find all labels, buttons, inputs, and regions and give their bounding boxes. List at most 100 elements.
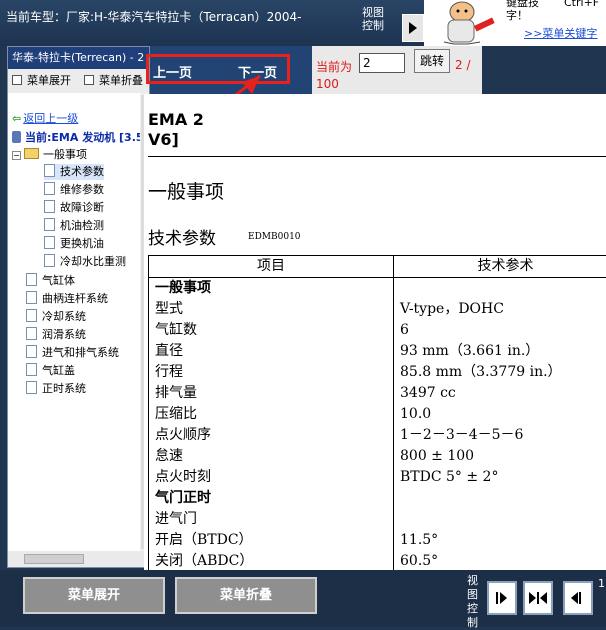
- spec-item: 排气量: [149, 383, 394, 404]
- tree-label: 气缸盖: [42, 364, 75, 377]
- menu-expand-tool[interactable]: 菜单展开: [12, 69, 71, 93]
- current-page-label: 当前为: [316, 58, 352, 75]
- table-row: 进气门: [149, 509, 606, 530]
- column-header: 项目: [149, 256, 394, 278]
- tree-label: 故障诊断: [60, 201, 104, 214]
- table-row: 气门正时: [149, 488, 606, 509]
- tip-text: 键盘技: [506, 0, 539, 9]
- page-number-input[interactable]: [359, 53, 405, 73]
- tree-item-cylinder-block[interactable]: 气缸体: [26, 273, 75, 289]
- tree-label: 技术参数: [60, 165, 104, 178]
- view-split-button[interactable]: [523, 581, 553, 615]
- play-icon: [409, 22, 417, 34]
- spec-value: 93 mm（3.661 in.）: [394, 341, 606, 362]
- subsection-title: 技术参数: [148, 224, 216, 249]
- spec-item: 进气门: [149, 509, 394, 530]
- current-engine-node: 当前:EMA 发动机 [3.5: [12, 130, 140, 146]
- column-header: 技术参术: [394, 256, 606, 278]
- tree-label: 冷却水比重测: [60, 255, 126, 268]
- menu-collapse-label: 菜单折叠: [99, 74, 143, 87]
- back-arrow-icon: ⇦: [12, 112, 21, 125]
- tree-item-lubrication[interactable]: 润滑系统: [26, 327, 86, 343]
- bar-icon: [496, 592, 498, 604]
- tree-item-crank[interactable]: 曲柄连杆系统: [26, 291, 108, 307]
- tree-folder-general[interactable]: −一般事项: [12, 147, 87, 163]
- spec-item: 压缩比: [149, 404, 394, 425]
- scroll-thumb[interactable]: [24, 554, 84, 564]
- tree-label: 曲柄连杆系统: [42, 292, 108, 305]
- spec-value: [394, 488, 606, 509]
- spec-item: 怠速: [149, 446, 394, 467]
- document-icon: [26, 327, 37, 340]
- spec-table: 项目 技术参术 一般事项型式V-type，DOHC气缸数6直径93 mm（3.6…: [148, 255, 606, 570]
- table-row: 关闭（ABDC）60.5°: [149, 551, 606, 570]
- table-row: 开启（BTDC）11.5°: [149, 530, 606, 551]
- divider-icon: [537, 592, 539, 604]
- collapse-icon: [84, 75, 94, 85]
- divider: [148, 156, 606, 157]
- spec-item: 行程: [149, 362, 394, 383]
- document-icon: [26, 345, 37, 358]
- view-next-button[interactable]: [402, 14, 424, 42]
- tree-item-oil-change[interactable]: 更换机油: [44, 236, 104, 252]
- spec-value: 1－2－3－4－5－6: [394, 425, 606, 446]
- tree-item-timing[interactable]: 正时系统: [26, 381, 86, 397]
- table-header-row: 项目 技术参术: [149, 256, 606, 278]
- spec-value: [394, 509, 606, 530]
- spec-value: [394, 278, 606, 300]
- jump-button[interactable]: 跳转: [414, 49, 450, 73]
- tree-item-oil-check[interactable]: 机油检测: [44, 218, 104, 234]
- menu-collapse-button[interactable]: 菜单折叠: [175, 577, 317, 614]
- document-icon: [26, 381, 37, 394]
- menu-toolbar: 菜单展开 菜单折叠: [8, 69, 149, 93]
- view-control-label: 视图控制: [467, 574, 483, 630]
- menu-keyword-link[interactable]: >>菜单关键字: [524, 27, 597, 40]
- menu-tree: ⇦返回上一级 当前:EMA 发动机 [3.5 −一般事项 技术参数 维修参数 故…: [8, 93, 140, 551]
- spec-value: V-type，DOHC: [394, 299, 606, 320]
- tree-item-tech-params[interactable]: 技术参数: [44, 164, 104, 180]
- engine-icon: [12, 131, 21, 143]
- current-engine-label: 当前:EMA 发动机 [3.5: [25, 131, 140, 144]
- page-total-count: 100: [316, 77, 339, 91]
- table-row: 压缩比10.0: [149, 404, 606, 425]
- tree-item-coolant[interactable]: 冷却水比重测: [44, 254, 126, 270]
- tree-label: 冷却系统: [42, 310, 86, 323]
- menu-collapse-tool[interactable]: 菜单折叠: [84, 69, 143, 93]
- spec-item: 气缸数: [149, 320, 394, 341]
- spec-value: 800 ± 100: [394, 446, 606, 467]
- current-car-label: 当前车型：厂家:H-华泰汽车特拉卡（Terracan）2004-: [6, 8, 302, 25]
- tree-label: 一般事项: [43, 148, 87, 161]
- tree-label: 气缸体: [42, 274, 75, 287]
- document-icon: [26, 363, 37, 376]
- tree-item-intake-exhaust[interactable]: 进气和排气系统: [26, 345, 119, 361]
- mascot-image: [424, 0, 504, 46]
- tree-item-diagnosis[interactable]: 故障诊断: [44, 200, 104, 216]
- tree-label: 机油检测: [60, 219, 104, 232]
- tree-item-cylinder-head[interactable]: 气缸盖: [26, 363, 75, 379]
- tree-item-cooling[interactable]: 冷却系统: [26, 309, 86, 325]
- arrow-right-icon: [529, 592, 536, 604]
- document-icon: [44, 182, 55, 195]
- document-icon: [44, 200, 55, 213]
- view-control-label: 视图控制: [362, 6, 390, 32]
- view-single-button[interactable]: [487, 581, 517, 615]
- doc-code: EDMB0010: [248, 232, 301, 242]
- back-link[interactable]: ⇦返回上一级: [12, 111, 78, 127]
- view-back-button[interactable]: [563, 581, 593, 615]
- table-row: 气缸数6: [149, 320, 606, 341]
- bar-icon: [579, 592, 581, 604]
- tree-label: 维修参数: [60, 183, 104, 196]
- tip-text-2: 字！: [506, 9, 528, 22]
- tree-label: 润滑系统: [42, 328, 86, 341]
- tree-item-repair-params[interactable]: 维修参数: [44, 182, 104, 198]
- menu-expand-button[interactable]: 菜单展开: [23, 577, 165, 614]
- spec-item: 开启（BTDC）: [149, 530, 394, 551]
- table-row: 点火顺序1－2－3－4－5－6: [149, 425, 606, 446]
- menu-horizontal-scrollbar[interactable]: [8, 551, 149, 567]
- document-icon: [44, 254, 55, 267]
- arrow-left-icon: [540, 592, 547, 604]
- table-row: 排气量3497 cc: [149, 383, 606, 404]
- page-hint: 1: [598, 577, 605, 590]
- page-total: 2 /: [455, 58, 471, 72]
- document-icon: [44, 218, 55, 231]
